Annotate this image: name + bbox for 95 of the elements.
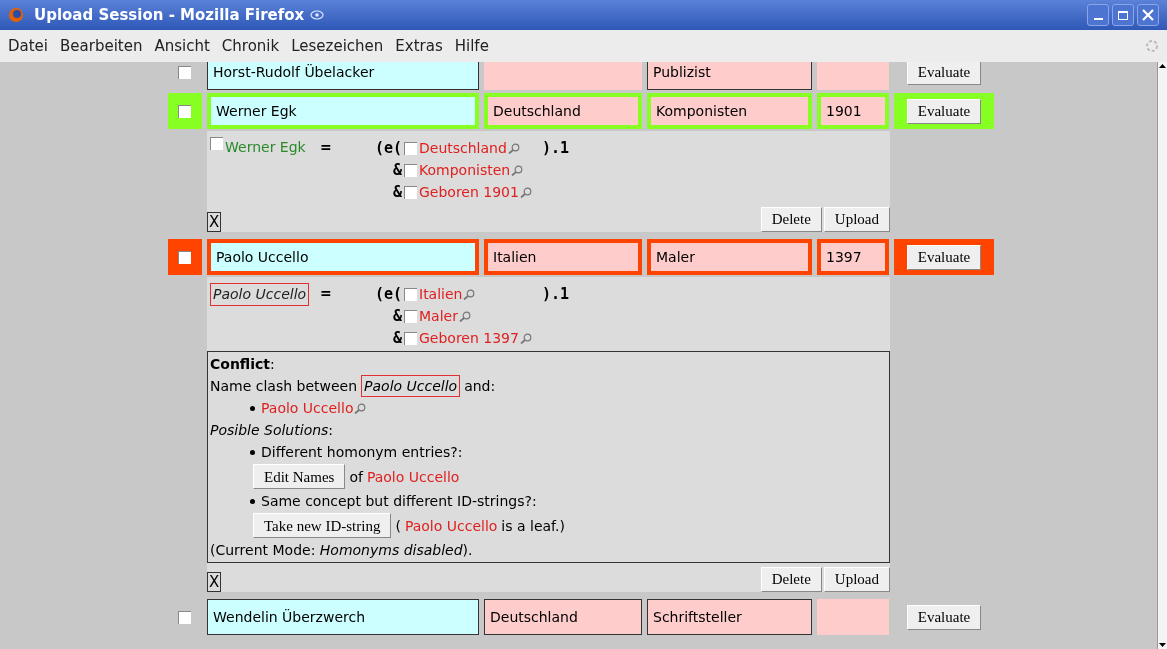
checkbox[interactable]: [404, 185, 417, 199]
ampersand: &: [391, 181, 403, 203]
bullet-icon: [250, 498, 255, 504]
checkbox[interactable]: [404, 331, 417, 345]
checkbox[interactable]: [177, 104, 191, 118]
clash-text: and:: [464, 377, 496, 396]
close-box[interactable]: X: [207, 212, 222, 232]
ampersand: &: [391, 327, 403, 349]
concept-link[interactable]: Geboren 1397: [419, 327, 519, 349]
evaluate-button[interactable]: Evaluate: [906, 98, 982, 124]
attribute-cell: Komponisten: [647, 93, 812, 129]
evaluate-button[interactable]: Evaluate: [906, 244, 982, 270]
attribute-cell: Publizist: [647, 62, 812, 90]
checkbox[interactable]: [177, 65, 191, 79]
formula-open: (e(: [373, 137, 403, 159]
concept-link[interactable]: Paolo Uccello: [404, 514, 498, 537]
magnifier-icon[interactable]: [354, 402, 367, 414]
clash-text: Name clash between: [210, 377, 358, 396]
formula-open: (e(: [373, 283, 403, 305]
close-icon: [1142, 9, 1154, 21]
menu-item[interactable]: Ansicht: [154, 34, 210, 58]
solution-button[interactable]: Edit Names: [253, 464, 346, 489]
scrollbar[interactable]: [1157, 62, 1167, 649]
concept-link[interactable]: Italien: [419, 283, 463, 305]
name-cell: Werner Egk: [207, 93, 479, 129]
clash-name: Paolo Uccello: [361, 375, 461, 397]
menu-item[interactable]: Hilfe: [454, 34, 489, 58]
close-box[interactable]: X: [207, 572, 222, 592]
swirl-icon: [310, 9, 325, 21]
action-button[interactable]: Delete: [760, 207, 822, 232]
magnifier-icon[interactable]: [458, 310, 471, 322]
solution-question: Different homonym entries?:: [261, 443, 463, 462]
action-button[interactable]: Delete: [760, 567, 822, 592]
equals-sign: =: [320, 138, 333, 157]
magnifier-icon[interactable]: [519, 332, 532, 344]
concept-link[interactable]: Maler: [419, 305, 458, 327]
magnifier-icon[interactable]: [511, 164, 524, 176]
concept-link[interactable]: Paolo Uccello: [366, 465, 460, 488]
evaluate-button[interactable]: Evaluate: [906, 62, 982, 85]
checkbox[interactable]: [404, 287, 417, 301]
ampersand: &: [391, 159, 403, 181]
checkbox[interactable]: [177, 610, 191, 624]
bullet-icon: [250, 405, 255, 411]
minimize-button[interactable]: [1087, 4, 1109, 26]
conflict-title: Conflict:: [210, 355, 276, 374]
attribute-cell: Schriftsteller: [647, 599, 812, 635]
maximize-button[interactable]: [1112, 4, 1134, 26]
solution-text: is a leaf.): [501, 516, 565, 536]
scroll-down-arrow-icon[interactable]: [1158, 641, 1167, 649]
mode-text: (Current Mode: Homonyms disabled).: [210, 541, 474, 560]
close-button[interactable]: [1137, 4, 1159, 26]
checkbox[interactable]: [404, 141, 417, 155]
checkbox[interactable]: [404, 163, 417, 177]
attribute-cell: Maler: [647, 239, 812, 275]
throbber-icon: [1145, 39, 1159, 53]
name-cell: Horst-Rudolf Übelacker: [207, 62, 479, 90]
attribute-cell: Italien: [484, 239, 642, 275]
bullet-icon: [250, 449, 255, 455]
attribute-cell: Deutschland: [484, 599, 642, 635]
attribute-cell: Deutschland: [484, 93, 642, 129]
checkbox[interactable]: [177, 250, 191, 264]
name-cell: Wendelin Überzwerch: [207, 599, 479, 635]
checkbox[interactable]: [404, 309, 417, 323]
window-title: Upload Session - Mozilla Firefox: [34, 4, 305, 26]
solution-text: of: [349, 467, 363, 487]
solution-button[interactable]: Take new ID-string: [253, 513, 392, 538]
attribute-cell: 1397: [817, 239, 889, 275]
concept-link[interactable]: Komponisten: [419, 159, 511, 181]
menu-item[interactable]: Chronik: [221, 34, 280, 58]
menu-item[interactable]: Extras: [395, 34, 443, 58]
magnifier-icon[interactable]: [463, 288, 476, 300]
ampersand: &: [391, 305, 403, 327]
menu-item[interactable]: Lesezeichen: [291, 34, 384, 58]
attribute-cell: 1901: [817, 93, 889, 129]
concept-link[interactable]: Geboren 1901: [419, 181, 519, 203]
browser-logo-icon: [8, 7, 24, 23]
concept-link[interactable]: Paolo Uccello: [261, 397, 354, 419]
menu-item[interactable]: Bearbeiten: [60, 34, 143, 58]
solution-text: (: [395, 516, 401, 536]
scroll-up-arrow-icon[interactable]: [1158, 62, 1167, 70]
equals-sign: =: [320, 284, 333, 303]
evaluate-button[interactable]: Evaluate: [906, 604, 982, 630]
solution-question: Same concept but different ID-strings?:: [261, 492, 537, 511]
magnifier-icon[interactable]: [507, 142, 520, 154]
magnifier-icon[interactable]: [519, 186, 532, 198]
solutions-title: Posible Solutions:: [210, 421, 335, 440]
menu-item[interactable]: Datei: [8, 34, 49, 58]
checkbox[interactable]: [210, 137, 223, 150]
formula-close: ).1: [542, 137, 570, 159]
concept-link[interactable]: Deutschland: [419, 137, 507, 159]
entry-name-link[interactable]: Paolo Uccello: [210, 283, 310, 306]
action-button[interactable]: Upload: [823, 567, 890, 592]
formula-close: ).1: [542, 283, 570, 305]
action-button[interactable]: Upload: [823, 207, 890, 232]
name-cell: Paolo Uccello: [207, 239, 479, 275]
